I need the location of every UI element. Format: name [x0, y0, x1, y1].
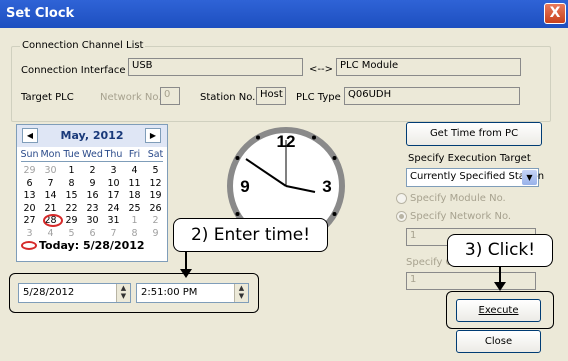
time-spin-icon[interactable]: ▲ ▼	[234, 284, 248, 302]
enter-time-callout: 2) Enter time!	[173, 218, 328, 252]
calendar-day-cell[interactable]: 21	[40, 203, 61, 214]
weekday-label: Sun	[20, 149, 39, 160]
station-no-field: Host	[256, 87, 286, 105]
calendar-day-cell[interactable]: 18	[124, 190, 145, 201]
execution-target-select[interactable]: Currently Specified Station ▼	[406, 168, 544, 187]
plc-module-field: PLC Module	[336, 58, 521, 76]
calendar-day-cell[interactable]: 4	[40, 228, 61, 239]
network-no-label: Network No.	[100, 92, 162, 103]
calendar-day-cell[interactable]: 1	[124, 215, 145, 226]
calendar-day-cell[interactable]: 29	[19, 165, 40, 176]
weekday-label: Sat	[147, 149, 164, 160]
click-arrow	[494, 267, 506, 291]
title-bar: Set Clock X	[0, 0, 568, 28]
clock-numeral-3: 3	[322, 177, 331, 196]
calendar-day-cell[interactable]: 9	[145, 228, 166, 239]
connection-interface-label: Connection Interface	[21, 65, 126, 76]
calendar-day-cell[interactable]: 11	[124, 178, 145, 189]
set-clock-dialog: Set Clock X Connection Channel List Conn…	[0, 0, 568, 361]
calendar-day-cell[interactable]: 4	[124, 165, 145, 176]
weekday-label: Wed	[82, 149, 103, 160]
weekday-divider	[21, 161, 163, 162]
calendar-day-cell[interactable]: 22	[61, 203, 82, 214]
calendar-day-cell[interactable]: 6	[82, 228, 103, 239]
connection-interface-field: USB	[128, 58, 303, 76]
window-title: Set Clock	[6, 6, 75, 21]
connection-arrow-label: <-->	[309, 64, 333, 75]
month-calendar[interactable]: ◀ May, 2012 ▶ Sun Mon Tue Wed Thu Fri Sat 29 30…	[16, 124, 168, 262]
weekday-label: Fri	[128, 149, 141, 160]
calendar-day-cell[interactable]: 5	[61, 228, 82, 239]
network-radio-label: Specify Network No.	[410, 211, 512, 222]
calendar-day-cell[interactable]: 16	[82, 190, 103, 201]
calendar-day-cell[interactable]: 30	[40, 165, 61, 176]
time-field[interactable]: 2:51:00 PM ▲ ▼	[136, 283, 249, 303]
calendar-day-cell[interactable]: 26	[145, 203, 166, 214]
network-radio-icon[interactable]	[396, 211, 407, 222]
calendar-day-cell[interactable]: 15	[61, 190, 82, 201]
calendar-day-cell[interactable]: 20	[19, 203, 40, 214]
weekday-label: Mon	[40, 149, 61, 160]
today-label: Today: 5/28/2012	[39, 239, 145, 252]
weekday-label: Tue	[63, 149, 80, 160]
module-radio-icon[interactable]	[396, 193, 407, 204]
calendar-day-cell[interactable]: 9	[82, 178, 103, 189]
connection-group-title: Connection Channel List	[20, 40, 146, 51]
calendar-day-cell[interactable]: 19	[145, 190, 166, 201]
station-no-label: Station No.	[200, 92, 256, 103]
calendar-day-cell[interactable]: 23	[82, 203, 103, 214]
execution-target-label: Specify Execution Target	[408, 153, 531, 164]
weekday-label: Thu	[104, 149, 123, 160]
calendar-day-cell[interactable]: 27	[19, 215, 40, 226]
calendar-day-cell[interactable]: 3	[103, 165, 124, 176]
next-month-icon[interactable]: ▶	[145, 128, 161, 143]
calendar-day-cell[interactable]: 24	[103, 203, 124, 214]
target-plc-label: Target PLC	[21, 92, 74, 103]
group-number-field: 1	[406, 272, 536, 290]
calendar-day-cell[interactable]: 1	[61, 165, 82, 176]
calendar-day-cell[interactable]: 14	[40, 190, 61, 201]
calendar-day-cell[interactable]: 13	[19, 190, 40, 201]
calendar-header: ◀ May, 2012 ▶	[17, 125, 167, 147]
enter-time-arrow	[180, 252, 192, 278]
calendar-day-cell[interactable]: 12	[145, 178, 166, 189]
chevron-down-icon[interactable]: ▼	[522, 170, 537, 185]
date-spin-icon[interactable]: ▲ ▼	[116, 284, 130, 302]
execute-button[interactable]: Execute	[456, 299, 541, 322]
close-button[interactable]: Close	[456, 330, 541, 353]
clock-numeral-9: 9	[240, 177, 249, 196]
dialog-client-area: Connection Channel List Connection Inter…	[0, 28, 568, 361]
network-no-field: 0	[160, 87, 180, 105]
plc-type-field: Q06UDH	[344, 87, 520, 105]
calendar-day-cell[interactable]: 31	[103, 215, 124, 226]
calendar-day-cell[interactable]: 8	[124, 228, 145, 239]
calendar-day-cell[interactable]: 7	[40, 178, 61, 189]
module-radio-label: Specify Module No.	[410, 193, 506, 204]
calendar-day-cell[interactable]: 29	[61, 215, 82, 226]
plc-type-label: PLC Type	[296, 92, 341, 103]
calendar-day-cell[interactable]: 10	[103, 178, 124, 189]
date-field[interactable]: 5/28/2012 ▲ ▼	[18, 283, 131, 303]
get-time-from-pc-button[interactable]: Get Time from PC	[406, 122, 542, 146]
today-marker-icon	[21, 241, 37, 250]
calendar-day-cell[interactable]: 25	[124, 203, 145, 214]
calendar-day-cell[interactable]: 8	[61, 178, 82, 189]
calendar-day-cell[interactable]: 3	[19, 228, 40, 239]
calendar-day-cell[interactable]: 17	[103, 190, 124, 201]
selected-day-circle	[43, 214, 63, 227]
close-window-icon[interactable]: X	[544, 3, 566, 24]
calendar-day-cell[interactable]: 5	[145, 165, 166, 176]
calendar-day-cell[interactable]: 6	[19, 178, 40, 189]
click-callout: 3) Click!	[447, 234, 553, 267]
date-value: 5/28/2012	[23, 287, 75, 298]
calendar-day-cell[interactable]: 2	[82, 165, 103, 176]
today-link[interactable]: Today: 5/28/2012	[21, 239, 145, 252]
time-value: 2:51:00 PM	[141, 287, 198, 298]
calendar-day-cell[interactable]: 2	[145, 215, 166, 226]
calendar-day-cell[interactable]: 7	[103, 228, 124, 239]
calendar-day-cell[interactable]: 30	[82, 215, 103, 226]
